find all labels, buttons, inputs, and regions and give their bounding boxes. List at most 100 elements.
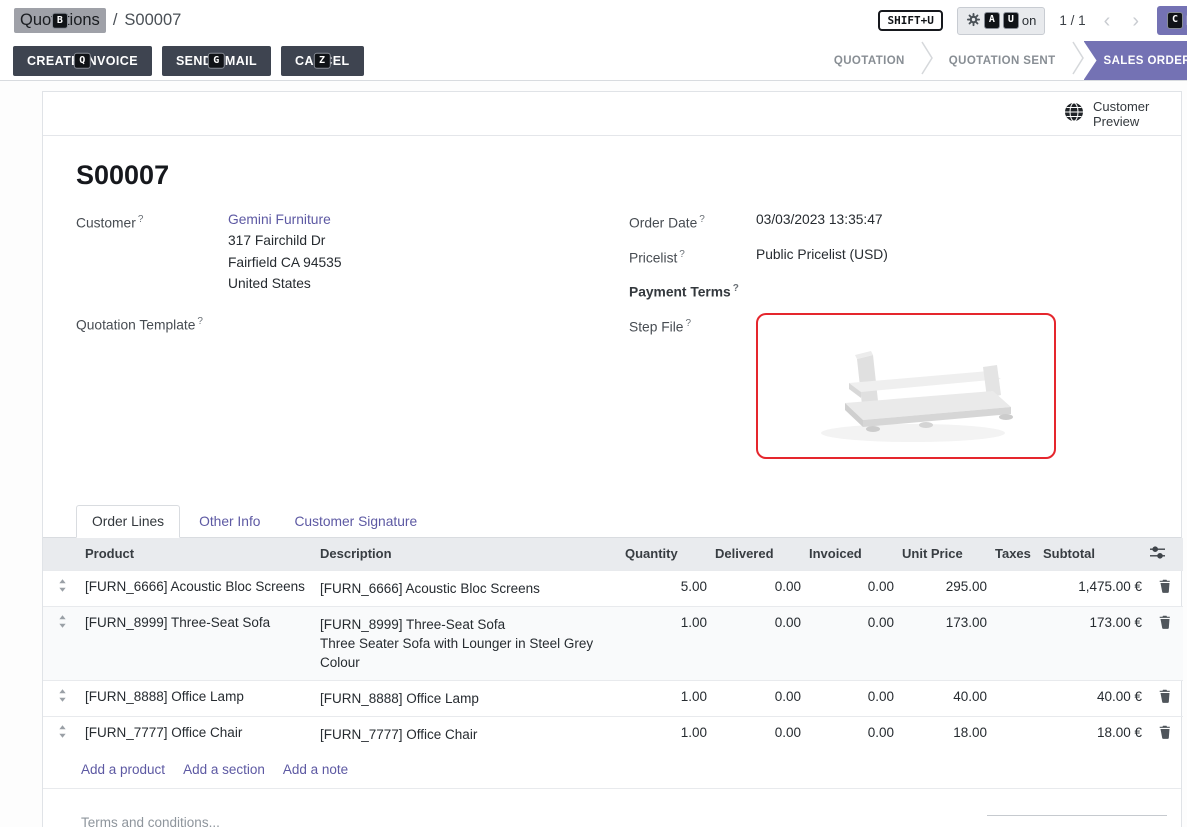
tab-customer-signature[interactable]: Customer Signature bbox=[279, 506, 432, 537]
stage-quotation[interactable]: QUOTATION bbox=[818, 41, 921, 80]
customer-field-label: Customer? bbox=[76, 209, 228, 295]
tab-order-lines[interactable]: Order Lines bbox=[76, 505, 180, 538]
cell-delivered[interactable]: 0.00 bbox=[711, 680, 805, 716]
drag-handle[interactable] bbox=[58, 616, 67, 631]
payment-terms-field: Payment Terms? bbox=[629, 278, 1181, 303]
globe-icon bbox=[1064, 102, 1084, 125]
cell-quantity[interactable]: 1.00 bbox=[621, 680, 711, 716]
trash-icon bbox=[1159, 579, 1171, 593]
cell-unit-price[interactable]: 18.00 bbox=[898, 716, 991, 752]
shortcut-hint-g: G bbox=[208, 52, 224, 69]
delete-line-button[interactable] bbox=[1157, 615, 1173, 632]
trash-icon bbox=[1159, 689, 1171, 703]
chevron-left-icon: ‹ bbox=[1104, 10, 1111, 32]
add-a-section-link[interactable]: Add a section bbox=[183, 762, 265, 777]
cell-quantity[interactable]: 1.00 bbox=[621, 606, 711, 680]
stage-sales-order[interactable]: SALES ORDER bbox=[1084, 41, 1187, 80]
terms-and-conditions-field[interactable]: Terms and conditions... bbox=[81, 815, 220, 827]
cell-unit-price[interactable]: 295.00 bbox=[898, 570, 991, 606]
customer-field: Customer? Gemini Furniture 317 Fairchild… bbox=[76, 209, 629, 295]
order-date-label: Order Date? bbox=[629, 209, 756, 234]
card-top-strip: Customer Preview bbox=[43, 92, 1181, 136]
cell-unit-price[interactable]: 173.00 bbox=[898, 606, 991, 680]
action-menu-button[interactable]: A U on bbox=[957, 7, 1046, 35]
cell-product[interactable]: [FURN_8999] Three-Seat Sofa bbox=[81, 606, 316, 680]
cell-subtotal: 173.00 € bbox=[1039, 606, 1146, 680]
step-file-preview-image[interactable] bbox=[756, 313, 1056, 459]
delete-line-button[interactable] bbox=[1157, 579, 1173, 596]
help-icon: ? bbox=[197, 316, 203, 327]
delete-line-button[interactable] bbox=[1157, 689, 1173, 706]
customer-name-link[interactable]: Gemini Furniture bbox=[228, 212, 331, 227]
column-header-description: Description bbox=[316, 538, 621, 571]
cell-product[interactable]: [FURN_6666] Acoustic Bloc Screens bbox=[81, 570, 316, 606]
order-title: S00007 bbox=[43, 136, 1181, 191]
status-pipeline: QUOTATION QUOTATION SENT SALES ORDER bbox=[818, 41, 1187, 80]
cell-description[interactable]: [FURN_8999] Three-Seat Sofa Three Seater… bbox=[316, 606, 621, 680]
create-invoice-button[interactable]: CREATE INVOICE Q bbox=[13, 46, 152, 76]
drag-handle[interactable] bbox=[58, 726, 67, 741]
shortcut-hint-z: Z bbox=[314, 52, 330, 69]
cell-delivered[interactable]: 0.00 bbox=[711, 606, 805, 680]
breadcrumb-quotations[interactable]: Quotations B bbox=[14, 8, 106, 33]
quotation-template-field[interactable]: Quotation Template? bbox=[76, 311, 629, 336]
form-footer: Terms and conditions... Total: 1,706.00 … bbox=[43, 789, 1181, 827]
notebook-tabs: Order Lines Other Info Customer Signatur… bbox=[43, 505, 1181, 538]
cell-description[interactable]: [FURN_8888] Office Lamp bbox=[316, 680, 621, 716]
customer-address-line: United States bbox=[228, 273, 342, 295]
add-a-note-link[interactable]: Add a note bbox=[283, 762, 348, 777]
cell-unit-price[interactable]: 40.00 bbox=[898, 680, 991, 716]
tab-other-info[interactable]: Other Info bbox=[184, 506, 275, 537]
customer-preview-button[interactable]: Customer Preview bbox=[1064, 99, 1165, 129]
cell-delivered[interactable]: 0.00 bbox=[711, 716, 805, 752]
customer-address-line: 317 Fairchild Dr bbox=[228, 230, 342, 252]
cancel-button[interactable]: CANCEL Z bbox=[281, 46, 363, 76]
column-header-unit-price: Unit Price bbox=[898, 538, 991, 571]
action-menu-label: on bbox=[1022, 13, 1036, 28]
column-header-taxes: Taxes bbox=[991, 538, 1039, 571]
trash-icon bbox=[1159, 725, 1171, 739]
drag-handle[interactable] bbox=[58, 690, 67, 705]
cell-taxes[interactable] bbox=[991, 716, 1039, 752]
cell-subtotal: 1,475.00 € bbox=[1039, 570, 1146, 606]
help-icon: ? bbox=[699, 214, 705, 225]
cell-taxes[interactable] bbox=[991, 680, 1039, 716]
cell-taxes[interactable] bbox=[991, 606, 1039, 680]
content-area: Customer Preview S00007 Customer? Gemini… bbox=[0, 81, 1187, 827]
cell-product[interactable]: [FURN_8888] Office Lamp bbox=[81, 680, 316, 716]
corner-button[interactable]: C l bbox=[1157, 6, 1187, 35]
add-a-product-link[interactable]: Add a product bbox=[81, 762, 165, 777]
pricelist-value[interactable]: Public Pricelist (USD) bbox=[756, 244, 888, 269]
cell-delivered[interactable]: 0.00 bbox=[711, 570, 805, 606]
cell-description[interactable]: [FURN_7777] Office Chair bbox=[316, 716, 621, 752]
cell-taxes[interactable] bbox=[991, 570, 1039, 606]
breadcrumb: Quotations B / S00007 bbox=[14, 8, 181, 33]
quotation-template-label: Quotation Template? bbox=[76, 311, 228, 336]
table-header-row: Product Description Quantity Delivered I… bbox=[43, 538, 1183, 571]
cell-quantity[interactable]: 5.00 bbox=[621, 570, 711, 606]
cell-product[interactable]: [FURN_7777] Office Chair bbox=[81, 716, 316, 752]
cell-invoiced[interactable]: 0.00 bbox=[805, 680, 898, 716]
sliders-icon bbox=[1150, 546, 1165, 559]
order-line-row: [FURN_8999] Three-Seat Sofa [FURN_8999] … bbox=[43, 606, 1183, 680]
step-file-label: Step File? bbox=[629, 313, 756, 459]
drag-handle[interactable] bbox=[58, 580, 67, 595]
stage-divider-icon bbox=[1072, 39, 1084, 82]
help-icon: ? bbox=[679, 249, 685, 260]
delete-line-button[interactable] bbox=[1157, 725, 1173, 742]
cell-quantity[interactable]: 1.00 bbox=[621, 716, 711, 752]
toggle-optional-columns[interactable] bbox=[1146, 538, 1183, 571]
cell-invoiced[interactable]: 0.00 bbox=[805, 570, 898, 606]
cell-description[interactable]: [FURN_6666] Acoustic Bloc Screens bbox=[316, 570, 621, 606]
cell-invoiced[interactable]: 0.00 bbox=[805, 716, 898, 752]
column-header-invoiced: Invoiced bbox=[805, 538, 898, 571]
stage-quotation-sent[interactable]: QUOTATION SENT bbox=[933, 41, 1072, 80]
shortcut-hint-b: B bbox=[52, 12, 68, 29]
pager-next-button[interactable]: › bbox=[1128, 11, 1143, 31]
order-date-value[interactable]: 03/03/2023 13:35:47 bbox=[756, 209, 883, 234]
help-icon: ? bbox=[685, 318, 691, 329]
fields-right-column: Order Date? 03/03/2023 13:35:47 Pricelis… bbox=[629, 209, 1181, 469]
pager-previous-button[interactable]: ‹ bbox=[1100, 11, 1115, 31]
send-email-button[interactable]: SEND EMAIL G bbox=[162, 46, 271, 76]
cell-invoiced[interactable]: 0.00 bbox=[805, 606, 898, 680]
